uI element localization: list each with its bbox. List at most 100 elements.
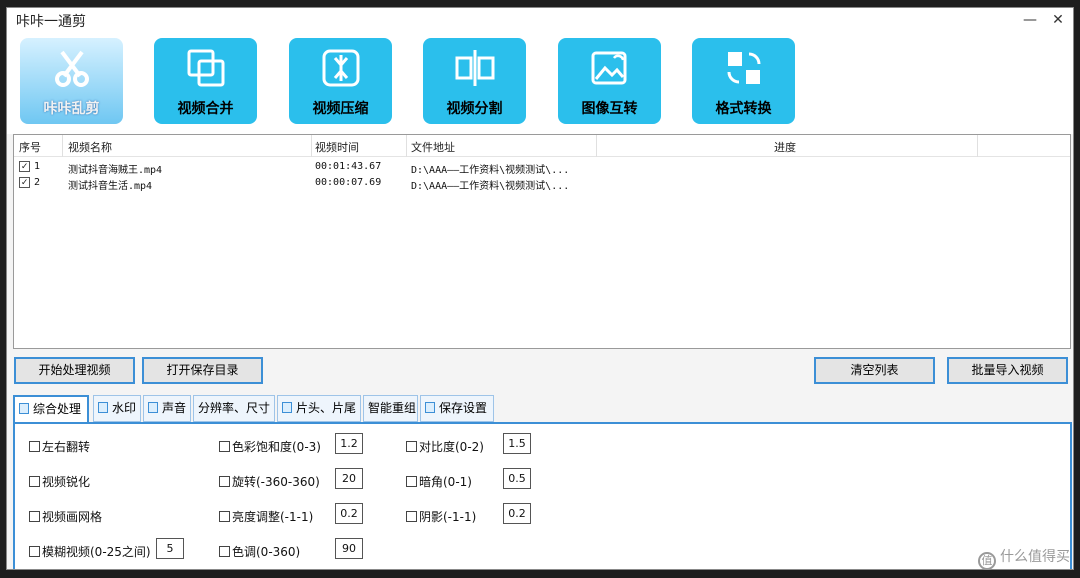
checkbox[interactable] xyxy=(406,441,417,452)
brightness-option[interactable]: 亮度调整(-1-1) xyxy=(219,508,313,525)
option-label: 对比度(0-2) xyxy=(419,440,484,454)
row-index: 1 xyxy=(34,161,41,172)
row-checkbox[interactable]: ✓ xyxy=(19,161,30,172)
rotate-value-input[interactable]: 20 xyxy=(335,468,363,489)
vignette-value-input[interactable]: 0.5 xyxy=(503,468,531,489)
tab-label: 水印 xyxy=(112,401,137,415)
tab-general[interactable]: 综合处理 xyxy=(13,395,89,425)
column-divider xyxy=(596,135,597,157)
checkbox[interactable] xyxy=(406,511,417,522)
tab-label: 声音 xyxy=(162,401,187,415)
tool-merge-button[interactable]: 视频合并 xyxy=(154,38,257,124)
tab-icon xyxy=(425,402,435,413)
scissors-icon xyxy=(20,46,123,90)
checkbox[interactable] xyxy=(219,441,230,452)
tool-format-convert-button[interactable]: 格式转换 xyxy=(692,38,795,124)
option-label: 左右翻转 xyxy=(42,440,91,454)
checkbox[interactable] xyxy=(29,511,40,522)
tab-audio[interactable]: 声音 xyxy=(143,395,191,422)
checkbox[interactable] xyxy=(219,476,230,487)
table-row[interactable]: ✓ 1 测试抖音海贼王.mp4 00:01:43.67 D:\AAA——工作资料… xyxy=(14,159,1070,176)
tool-kaka-cut-button[interactable]: 咔咔乱剪 xyxy=(20,38,123,124)
blur-option[interactable]: 模糊视频(0-25之间) xyxy=(29,543,151,560)
checkbox[interactable] xyxy=(29,476,40,487)
window-title: 咔咔一通剪 xyxy=(16,14,86,30)
row-name: 测试抖音生活.mp4 xyxy=(68,181,153,192)
row-index: 2 xyxy=(34,177,41,188)
flip-option[interactable]: 左右翻转 xyxy=(29,438,90,455)
row-path: D:\AAA——工作资料\视频测试\... xyxy=(411,165,570,176)
column-divider xyxy=(62,135,63,157)
tab-label: 保存设置 xyxy=(439,401,488,415)
table-row[interactable]: ✓ 2 测试抖音生活.mp4 00:00:07.69 D:\AAA——工作资料\… xyxy=(14,175,1070,192)
contrast-value-input[interactable]: 1.5 xyxy=(503,433,531,454)
tool-label: 咔咔乱剪 xyxy=(43,101,100,117)
blur-value-input[interactable]: 5 xyxy=(156,538,184,559)
sharpen-option[interactable]: 视频锐化 xyxy=(29,473,90,490)
column-header: 序号 xyxy=(19,141,41,154)
tab-intro-outro[interactable]: 片头、片尾 xyxy=(277,395,361,422)
tab-label: 综合处理 xyxy=(33,402,82,416)
option-label: 色彩饱和度(0-3) xyxy=(232,440,321,454)
minimize-button[interactable]: — xyxy=(1019,10,1041,30)
general-settings-panel: 左右翻转 视频锐化 视频画网格 模糊视频(0-25之间) 5 色彩饱和度(0-3… xyxy=(13,422,1072,569)
close-button[interactable]: ✕ xyxy=(1047,10,1069,30)
merge-icon xyxy=(154,46,257,90)
column-divider xyxy=(977,135,978,157)
column-divider xyxy=(406,135,407,157)
row-name: 测试抖音海贼王.mp4 xyxy=(68,165,163,176)
tool-label: 视频分割 xyxy=(446,101,503,117)
brightness-value-input[interactable]: 0.2 xyxy=(335,503,363,524)
tab-icon xyxy=(148,402,158,413)
option-label: 模糊视频(0-25之间) xyxy=(42,545,151,559)
checkbox[interactable] xyxy=(406,476,417,487)
video-list-grid[interactable]: 序号 视频名称 视频时间 文件地址 进度 ✓ 1 测试抖音海贼王.mp4 00:… xyxy=(13,134,1071,349)
tool-image-convert-button[interactable]: 图像互转 xyxy=(558,38,661,124)
checkbox[interactable] xyxy=(29,546,40,557)
watermark-logo-icon: 值 xyxy=(978,552,996,570)
tool-label: 格式转换 xyxy=(715,101,772,117)
row-checkbox[interactable]: ✓ xyxy=(19,177,30,188)
tab-watermark[interactable]: 水印 xyxy=(93,395,141,422)
option-label: 视频画网格 xyxy=(42,510,103,524)
row-path: D:\AAA——工作资料\视频测试\... xyxy=(411,181,570,192)
vignette-option[interactable]: 暗角(0-1) xyxy=(406,473,472,490)
shadow-value-input[interactable]: 0.2 xyxy=(503,503,531,524)
contrast-option[interactable]: 对比度(0-2) xyxy=(406,438,484,455)
toolbar: 咔咔乱剪 视频合并 视频压缩 视频分割 图像互转 格式转换 xyxy=(7,32,1073,134)
grid-header: 序号 视频名称 视频时间 文件地址 进度 xyxy=(14,135,1070,157)
tab-icon xyxy=(19,403,29,414)
format-convert-icon xyxy=(692,46,795,90)
tab-save-settings[interactable]: 保存设置 xyxy=(420,395,494,422)
column-header: 文件地址 xyxy=(411,141,455,154)
saturation-option[interactable]: 色彩饱和度(0-3) xyxy=(219,438,321,455)
checkbox[interactable] xyxy=(219,546,230,557)
checkbox[interactable] xyxy=(219,511,230,522)
app-window: 咔咔一通剪 — ✕ 咔咔乱剪 视频合并 视频压缩 视频分割 图像互转 格式转换 … xyxy=(6,7,1074,570)
rotate-option[interactable]: 旋转(-360-360) xyxy=(219,473,320,490)
column-header: 视频名称 xyxy=(68,141,112,154)
tool-compress-button[interactable]: 视频压缩 xyxy=(289,38,392,124)
column-header: 视频时间 xyxy=(315,141,359,154)
option-label: 旋转(-360-360) xyxy=(232,475,320,489)
saturation-value-input[interactable]: 1.2 xyxy=(335,433,363,454)
hue-value-input[interactable]: 90 xyxy=(335,538,363,559)
split-icon xyxy=(423,46,526,90)
start-processing-button[interactable]: 开始处理视频 xyxy=(14,357,135,384)
watermark: 值什么值得买 xyxy=(978,546,1070,570)
checkbox[interactable] xyxy=(29,441,40,452)
tool-label: 视频合并 xyxy=(177,101,234,117)
tab-smart-remix[interactable]: 智能重组 xyxy=(363,395,418,422)
hue-option[interactable]: 色调(0-360) xyxy=(219,543,300,560)
shadow-option[interactable]: 阴影(-1-1) xyxy=(406,508,476,525)
row-duration: 00:00:07.69 xyxy=(315,177,382,188)
tab-label: 片头、片尾 xyxy=(296,401,357,415)
grid-option[interactable]: 视频画网格 xyxy=(29,508,102,525)
open-save-dir-button[interactable]: 打开保存目录 xyxy=(142,357,263,384)
tool-split-button[interactable]: 视频分割 xyxy=(423,38,526,124)
tab-label: 分辨率、尺寸 xyxy=(198,401,271,415)
tab-resolution[interactable]: 分辨率、尺寸 xyxy=(193,395,275,422)
batch-import-button[interactable]: 批量导入视频 xyxy=(947,357,1068,384)
clear-list-button[interactable]: 清空列表 xyxy=(814,357,935,384)
compress-icon xyxy=(289,46,392,90)
